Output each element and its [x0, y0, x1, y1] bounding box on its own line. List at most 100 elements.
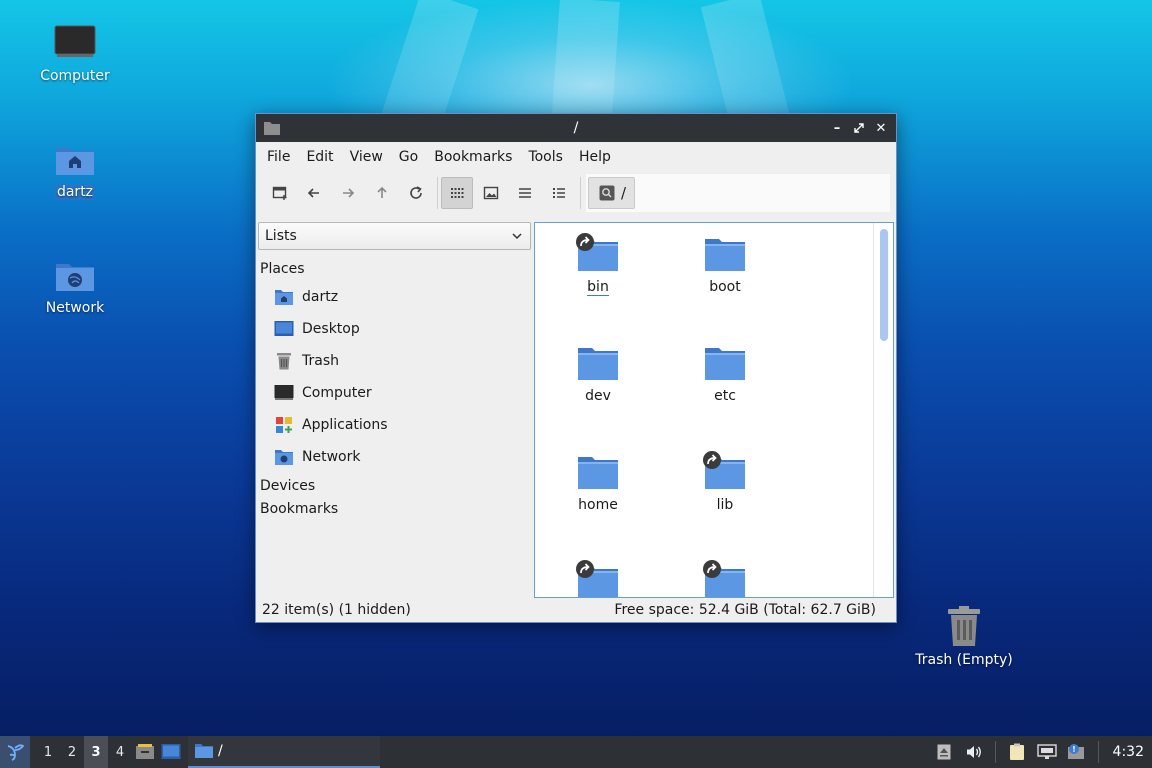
icon-view-button[interactable] — [441, 177, 473, 209]
reload-icon — [410, 186, 422, 199]
workspace-2[interactable]: 2 — [60, 736, 84, 768]
sidebar-item-network[interactable]: Network — [258, 441, 531, 473]
reload-button[interactable] — [400, 177, 432, 209]
folder-icon — [705, 239, 745, 271]
bookmarks-header[interactable]: Bookmarks — [258, 498, 531, 521]
folder-icon — [578, 457, 618, 489]
minimize-icon[interactable]: – — [828, 119, 846, 137]
network-wired-icon — [1036, 744, 1057, 759]
home-folder-icon — [275, 290, 293, 305]
clipboard-button[interactable] — [1002, 736, 1032, 768]
sidebar-item-computer[interactable]: Computer — [258, 377, 531, 409]
trash-icon — [277, 353, 291, 370]
file-manager-window: / – ✕ File Edit View Go Bookmarks Tools … — [255, 113, 897, 623]
new-window-button[interactable] — [264, 177, 296, 209]
side-pane: Lists Places dartz Desktop Trash Compute… — [258, 222, 531, 598]
tray-separator — [994, 741, 996, 763]
detailed-view-button[interactable] — [543, 177, 575, 209]
file-item[interactable]: boot — [670, 231, 780, 295]
sidebar-item-home[interactable]: dartz — [258, 281, 531, 313]
list-icon — [519, 188, 531, 198]
file-item[interactable]: etc — [670, 340, 780, 404]
places-header[interactable]: Places — [258, 258, 531, 281]
network-status-button[interactable] — [1032, 736, 1062, 768]
file-name: bin — [587, 279, 609, 296]
close-icon[interactable]: ✕ — [872, 119, 890, 137]
sidebar-item-trash[interactable]: Trash — [258, 345, 531, 377]
sidebar-item-label: Applications — [302, 417, 388, 433]
devices-header[interactable]: Devices — [258, 475, 531, 498]
folder-icon — [576, 233, 618, 271]
home-folder-icon — [56, 148, 94, 175]
tray-separator — [1097, 741, 1099, 763]
start-menu-button[interactable] — [0, 736, 30, 768]
workspace-3[interactable]: 3 — [84, 736, 108, 768]
file-item[interactable] — [670, 558, 780, 597]
taskbar-task-file-manager[interactable]: / — [188, 736, 380, 768]
show-desktop-button[interactable] — [132, 736, 158, 768]
system-tray: 4:32 — [929, 736, 1152, 768]
eject-button[interactable] — [929, 736, 959, 768]
sidebar-item-label: Desktop — [302, 321, 360, 337]
forward-button[interactable] — [332, 177, 364, 209]
trash-icon — [948, 606, 980, 646]
folder-icon — [264, 122, 280, 135]
menu-view[interactable]: View — [343, 142, 390, 172]
file-name: boot — [709, 279, 741, 295]
clock[interactable]: 4:32 — [1105, 744, 1152, 760]
network-folder-icon — [56, 264, 94, 291]
sidebar-item-label: Network — [302, 449, 361, 465]
workspace-4[interactable]: 4 — [108, 736, 132, 768]
desktop-icon-trash[interactable]: Trash (Empty) — [909, 606, 1019, 668]
desktop-icon-computer[interactable]: Computer — [20, 24, 130, 84]
status-bar: 22 item(s) (1 hidden) Free space: 52.4 G… — [256, 598, 896, 622]
arrow-right-icon — [343, 188, 355, 198]
title-bar[interactable]: / – ✕ — [256, 114, 896, 142]
menu-help[interactable]: Help — [572, 142, 618, 172]
scrollbar[interactable] — [873, 223, 893, 597]
menu-edit[interactable]: Edit — [299, 142, 340, 172]
workspace-1[interactable]: 1 — [36, 736, 60, 768]
desktop-icon-label: Computer — [40, 68, 110, 84]
file-manager-launcher[interactable] — [158, 736, 184, 768]
network-folder-icon — [275, 450, 293, 465]
back-button[interactable] — [298, 177, 330, 209]
folder-icon — [576, 560, 618, 597]
sidebar-item-label: Trash — [302, 353, 339, 369]
file-item[interactable] — [543, 558, 653, 597]
file-item[interactable]: dev — [543, 340, 653, 404]
file-item[interactable]: lib — [670, 449, 780, 513]
side-pane-mode-select[interactable]: Lists — [258, 222, 531, 250]
file-name: etc — [714, 388, 736, 404]
scrollbar-thumb[interactable] — [880, 229, 888, 341]
new-window-icon — [272, 186, 287, 200]
desktop-icon-home[interactable]: dartz — [20, 140, 130, 200]
folder-icon — [578, 348, 618, 380]
desktop-icon-network[interactable]: Network — [20, 256, 130, 316]
path-root-button[interactable]: / — [588, 177, 636, 209]
file-item[interactable]: home — [543, 449, 653, 513]
status-free-space: Free space: 52.4 GiB (Total: 62.7 GiB) — [614, 602, 876, 618]
notification-button[interactable] — [1062, 736, 1092, 768]
file-item[interactable]: bin — [543, 231, 653, 296]
menu-bookmarks[interactable]: Bookmarks — [427, 142, 519, 172]
path-bar: / — [586, 174, 890, 212]
menu-go[interactable]: Go — [392, 142, 425, 172]
menu-tools[interactable]: Tools — [521, 142, 570, 172]
thumbnail-view-button[interactable] — [475, 177, 507, 209]
toolbar-separator — [580, 177, 581, 209]
taskbar: 1 2 3 4 / 4:32 — [0, 736, 1152, 768]
compact-view-button[interactable] — [509, 177, 541, 209]
status-item-count: 22 item(s) (1 hidden) — [262, 602, 411, 618]
sidebar-item-desktop[interactable]: Desktop — [258, 313, 531, 345]
maximize-icon[interactable] — [850, 119, 868, 137]
menu-bar: File Edit View Go Bookmarks Tools Help — [256, 142, 896, 172]
up-button[interactable] — [366, 177, 398, 209]
taskbar-task-label: / — [218, 743, 223, 759]
sidebar-item-applications[interactable]: Applications — [258, 409, 531, 441]
menu-file[interactable]: File — [260, 142, 297, 172]
folder-icon — [703, 451, 745, 489]
desktop-icon-label: Network — [45, 300, 105, 316]
volume-button[interactable] — [959, 736, 989, 768]
file-view: bin boot dev etc home lib — [534, 222, 894, 598]
